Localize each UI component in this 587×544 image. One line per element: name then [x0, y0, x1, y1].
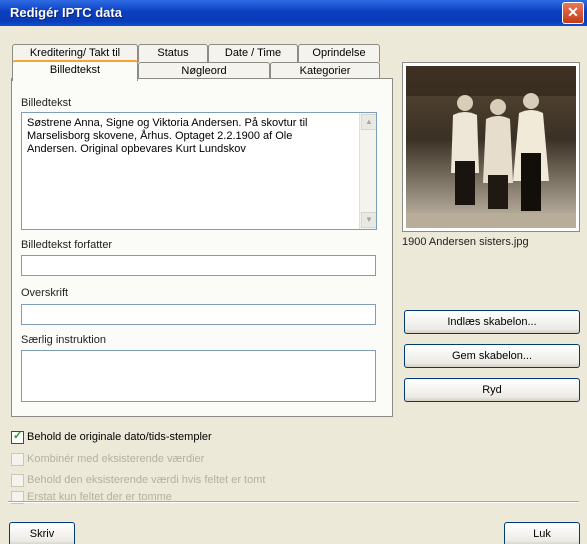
- window-title: Redigér IPTC data: [10, 5, 122, 20]
- tab-caption[interactable]: Billedtekst: [12, 60, 138, 81]
- caption-label: Billedtekst: [21, 97, 72, 109]
- keep-timestamps-label: Behold de originale dato/tids-stempler: [27, 431, 212, 443]
- instructions-textarea[interactable]: [21, 350, 376, 402]
- close-button[interactable]: Luk: [504, 522, 580, 544]
- caption-textarea[interactable]: Søstrene Anna, Signe og Viktoria Anderse…: [21, 112, 377, 230]
- instructions-label: Særlig instruktion: [21, 334, 106, 346]
- save-template-button[interactable]: Gem skabelon...: [404, 344, 580, 368]
- separator: [8, 501, 579, 503]
- load-template-button[interactable]: Indlæs skabelon...: [404, 310, 580, 334]
- caption-scrollbar[interactable]: ▲ ▼: [359, 113, 376, 229]
- photo-image: [406, 66, 576, 228]
- scroll-down-icon[interactable]: ▼: [361, 212, 376, 228]
- headline-label: Overskrift: [21, 287, 69, 299]
- keep-existing-checkbox[interactable]: [11, 474, 24, 487]
- photo-filename: 1900 Andersen sisters.jpg: [402, 236, 529, 248]
- check-mark-icon: ✓: [13, 430, 23, 442]
- close-icon[interactable]: ✕: [562, 2, 584, 24]
- save-button[interactable]: Skriv: [9, 522, 75, 544]
- caption-panel: Billedtekst Søstrene Anna, Signe og Vikt…: [11, 78, 393, 417]
- tab-date-time[interactable]: Date / Time: [208, 44, 298, 62]
- photo-preview: [402, 62, 580, 232]
- clear-button[interactable]: Ryd: [404, 378, 580, 402]
- headline-field[interactable]: [21, 304, 376, 325]
- keep-existing-label: Behold den eksisterende værdi hvis felte…: [27, 474, 266, 486]
- keep-timestamps-checkbox[interactable]: ✓: [11, 430, 24, 444]
- title-bar[interactable]: Redigér IPTC data ✕: [0, 0, 587, 26]
- combine-values-label: Kombinér med eksisterende værdier: [27, 453, 205, 465]
- caption-writer-field[interactable]: [21, 255, 376, 276]
- tab-status[interactable]: Status: [138, 44, 208, 62]
- combine-values-checkbox[interactable]: [11, 453, 24, 466]
- caption-text: Søstrene Anna, Signe og Viktoria Anderse…: [27, 117, 311, 155]
- scroll-up-icon[interactable]: ▲: [361, 114, 376, 130]
- iptc-dialog: Redigér IPTC data ✕ Kreditering/ Takt ti…: [0, 0, 587, 544]
- caption-writer-label: Billedtekst forfatter: [21, 239, 113, 251]
- tab-origin[interactable]: Oprindelse: [298, 44, 380, 62]
